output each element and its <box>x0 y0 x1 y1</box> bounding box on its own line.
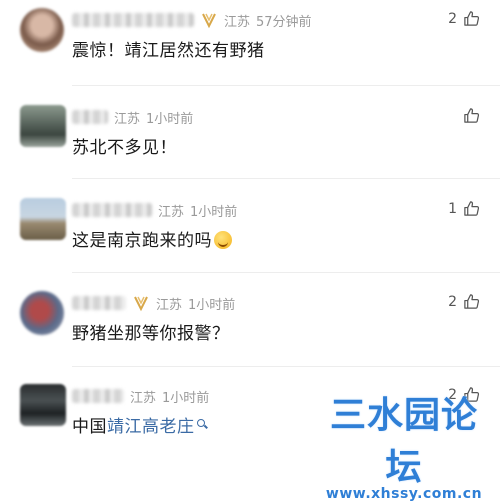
comment-text: 中国靖江高老庄 <box>72 412 207 437</box>
location-label: 江苏 <box>224 14 251 30</box>
vip-badge-icon <box>202 13 216 29</box>
comment-item: 江苏 57分钟前 震惊！靖江居然还有野猪 2 <box>0 8 500 88</box>
search-icon <box>196 419 207 429</box>
like-count: 1 <box>448 200 457 217</box>
divider <box>72 178 500 179</box>
comment-item: 江苏 1小时前 苏北不多见！ <box>0 105 500 175</box>
avatar[interactable] <box>20 384 66 426</box>
comment-text: 苏北不多见！ <box>72 138 177 158</box>
username-blurred[interactable] <box>72 13 194 27</box>
topic-link[interactable]: 靖江高老庄 <box>107 417 195 437</box>
username-blurred[interactable] <box>72 296 126 310</box>
thumbs-up-icon <box>464 201 480 216</box>
avatar[interactable] <box>20 198 66 240</box>
comment-text: 震惊！靖江居然还有野猪 <box>72 41 265 61</box>
watermark-title: 三水园论坛 <box>329 395 478 488</box>
comment-meta: 江苏 1小时前 <box>72 200 237 220</box>
thumbs-up-icon <box>464 294 480 309</box>
timestamp: 1小时前 <box>190 204 238 220</box>
avatar[interactable] <box>20 8 64 52</box>
username-blurred[interactable] <box>72 389 124 403</box>
divider <box>72 272 500 273</box>
location-label: 江苏 <box>156 297 183 313</box>
like-button[interactable]: 2 <box>448 293 480 310</box>
comment-item: 江苏 1小时前 野猪坐那等你报警？ 2 <box>0 291 500 361</box>
like-button[interactable]: 1 <box>448 200 480 217</box>
timestamp: 1小时前 <box>146 111 194 127</box>
comment-meta: 江苏 1小时前 <box>72 293 235 313</box>
vip-badge-icon <box>134 296 148 312</box>
avatar[interactable] <box>20 105 66 147</box>
thumbs-up-icon <box>464 11 480 26</box>
location-label: 江苏 <box>158 204 185 220</box>
comment-meta: 江苏 1小时前 <box>72 107 193 127</box>
comment-text-prefix: 中国 <box>72 417 107 437</box>
comment-text-body: 这是南京跑来的吗 <box>72 231 212 251</box>
timestamp: 1小时前 <box>188 297 236 313</box>
location-label: 江苏 <box>130 390 157 406</box>
comment-text: 这是南京跑来的吗 <box>72 226 232 251</box>
comment-meta: 江苏 57分钟前 <box>72 10 312 30</box>
watermark: 三水园论坛 www.xhssy.com.cn <box>314 386 494 502</box>
laughing-emoji-icon <box>214 231 232 249</box>
comment-text: 野猪坐那等你报警？ <box>72 324 230 344</box>
username-blurred[interactable] <box>72 110 108 124</box>
location-label: 江苏 <box>114 111 141 127</box>
watermark-url: www.xhssy.com.cn <box>325 486 483 502</box>
comment-meta: 江苏 1小时前 <box>72 386 209 406</box>
timestamp: 1小时前 <box>162 390 210 406</box>
timestamp: 57分钟前 <box>256 14 312 30</box>
like-button[interactable]: 2 <box>448 10 480 27</box>
divider <box>72 85 500 86</box>
divider <box>72 366 500 367</box>
like-count: 2 <box>448 10 457 27</box>
avatar[interactable] <box>20 291 64 335</box>
username-blurred[interactable] <box>72 203 152 217</box>
like-count: 2 <box>448 293 457 310</box>
thumbs-up-icon <box>464 108 480 123</box>
comment-item: 江苏 1小时前 这是南京跑来的吗 1 <box>0 198 500 268</box>
like-button[interactable] <box>457 107 480 124</box>
